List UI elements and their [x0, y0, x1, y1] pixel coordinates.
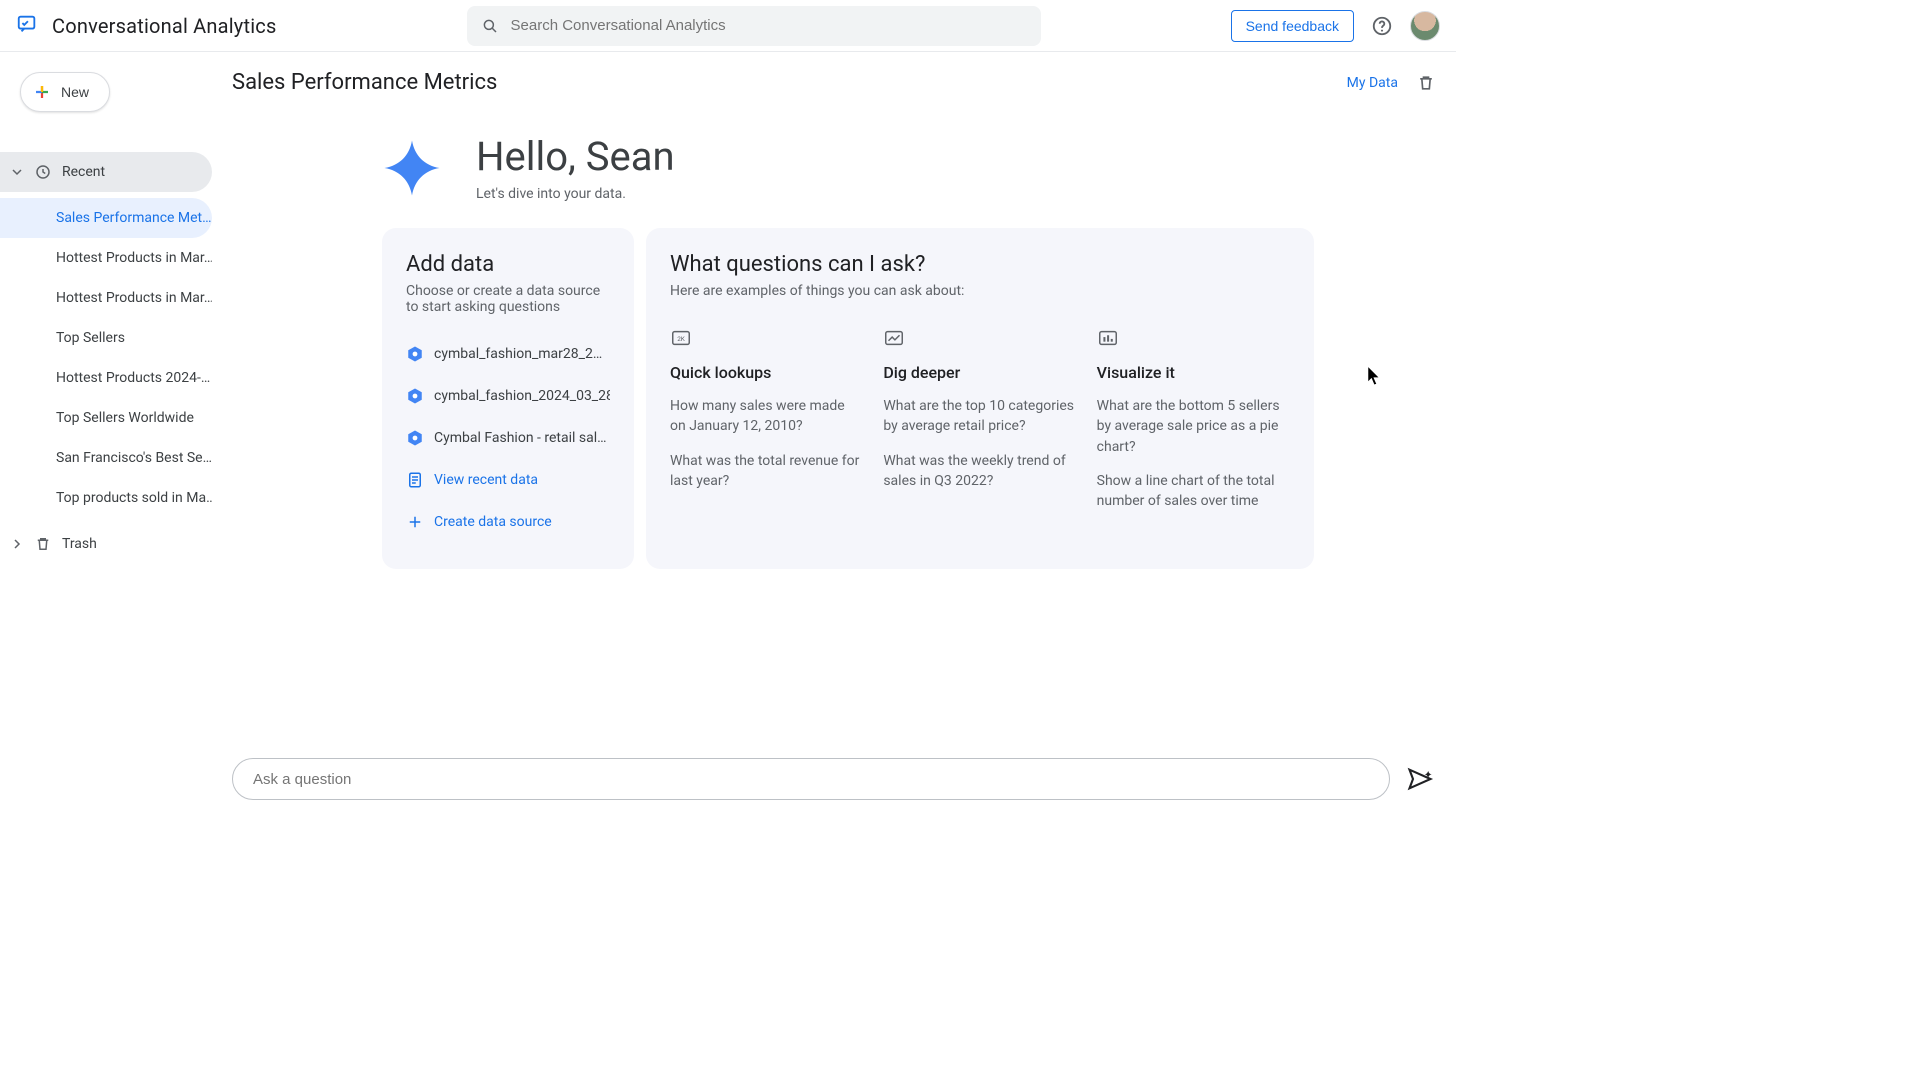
page-title: Sales Performance Metrics	[232, 70, 497, 95]
my-data-link[interactable]: My Data	[1347, 75, 1398, 91]
sidebar-section-trash-label: Trash	[62, 536, 97, 552]
example-question[interactable]: What was the total revenue for last year…	[670, 451, 863, 492]
sidebar: New Recent Sales Performance Met… Hottes…	[0, 52, 212, 816]
data-source-label: cymbal_fashion_mar28_2024…	[434, 346, 610, 362]
bigquery-icon	[406, 429, 424, 447]
questions-title: What questions can I ask?	[670, 252, 1290, 277]
question-column-heading: Quick lookups	[670, 363, 863, 382]
question-column-heading: Visualize it	[1097, 363, 1290, 382]
data-source-item[interactable]: Cymbal Fashion - retail sales …	[406, 417, 610, 459]
data-source-item[interactable]: cymbal_fashion_2024_03_28	[406, 375, 610, 417]
document-icon	[406, 471, 424, 489]
recent-item[interactable]: Top products sold in Ma…	[0, 478, 212, 518]
view-recent-data-label: View recent data	[434, 472, 538, 488]
hero-subtitle: Let's dive into your data.	[476, 186, 675, 202]
create-data-source-label: Create data source	[434, 514, 552, 530]
add-data-title: Add data	[406, 252, 610, 277]
question-column-heading: Dig deeper	[883, 363, 1076, 382]
create-data-source-link[interactable]: Create data source	[406, 501, 610, 543]
hero: Hello, Sean Let's dive into your data.	[382, 133, 1436, 202]
lookup-icon: 2K	[670, 327, 863, 349]
send-icon[interactable]	[1404, 763, 1436, 795]
question-column-deeper: Dig deeper What are the top 10 categorie…	[883, 327, 1076, 525]
app-header: Conversational Analytics Send feedback	[0, 0, 1456, 52]
hero-greeting: Hello, Sean	[476, 133, 675, 180]
search-box[interactable]	[467, 6, 1041, 46]
recent-item[interactable]: San Francisco's Best Se…	[0, 438, 212, 478]
bigquery-icon	[406, 387, 424, 405]
bigquery-icon	[406, 345, 424, 363]
ask-input-wrapper[interactable]	[232, 758, 1390, 800]
add-data-card: Add data Choose or create a data source …	[382, 228, 634, 569]
recent-item[interactable]: Sales Performance Met…	[0, 198, 212, 238]
questions-card: What questions can I ask? Here are examp…	[646, 228, 1314, 569]
example-question[interactable]: What was the weekly trend of sales in Q3…	[883, 451, 1076, 492]
example-question[interactable]: What are the bottom 5 sellers by average…	[1097, 396, 1290, 457]
example-question[interactable]: Show a line chart of the total number of…	[1097, 471, 1290, 512]
recent-item[interactable]: Top Sellers Worldwide	[0, 398, 212, 438]
caret-right-icon	[12, 539, 24, 549]
data-source-label: cymbal_fashion_2024_03_28	[434, 388, 610, 404]
delete-icon[interactable]	[1416, 73, 1436, 93]
plus-icon	[406, 513, 424, 531]
page-header: Sales Performance Metrics My Data	[232, 70, 1436, 95]
app-title: Conversational Analytics	[52, 14, 276, 38]
chart-icon	[1097, 327, 1290, 349]
example-question[interactable]: What are the top 10 categories by averag…	[883, 396, 1076, 437]
sidebar-section-recent-label: Recent	[62, 164, 105, 180]
recent-list: Sales Performance Met… Hottest Products …	[0, 198, 212, 518]
data-source-label: Cymbal Fashion - retail sales …	[434, 430, 610, 446]
search-input[interactable]	[511, 17, 1027, 34]
recent-item[interactable]: Top Sellers	[0, 318, 212, 358]
caret-down-icon	[12, 167, 24, 177]
cursor-icon	[1366, 364, 1384, 388]
user-avatar[interactable]	[1410, 11, 1440, 41]
sidebar-section-recent[interactable]: Recent	[0, 152, 212, 192]
data-source-item[interactable]: cymbal_fashion_mar28_2024…	[406, 333, 610, 375]
sparkle-icon	[382, 138, 442, 198]
example-question[interactable]: How many sales were made on January 12, …	[670, 396, 863, 437]
search-icon	[481, 17, 499, 35]
recent-item[interactable]: Hottest Products in Mar…	[0, 238, 212, 278]
new-button[interactable]: New	[20, 72, 110, 112]
plus-icon	[33, 83, 51, 101]
clock-icon	[34, 163, 52, 181]
recent-item[interactable]: Hottest Products in Mar…	[0, 278, 212, 318]
question-column-quick: 2K Quick lookups How many sales were mad…	[670, 327, 863, 525]
app-logo-icon	[16, 13, 38, 39]
add-data-subtitle: Choose or create a data source to start …	[406, 283, 610, 315]
ask-input[interactable]	[253, 771, 1369, 788]
trend-icon	[883, 327, 1076, 349]
help-icon[interactable]	[1368, 12, 1396, 40]
sidebar-section-trash[interactable]: Trash	[0, 524, 212, 564]
svg-text:2K: 2K	[677, 335, 686, 343]
new-button-label: New	[61, 84, 89, 100]
view-recent-data-link[interactable]: View recent data	[406, 459, 610, 501]
questions-subtitle: Here are examples of things you can ask …	[670, 283, 1290, 299]
send-feedback-button[interactable]: Send feedback	[1231, 10, 1354, 42]
recent-item[interactable]: Hottest Products 2024-…	[0, 358, 212, 398]
ask-bar	[232, 758, 1436, 800]
main-content: Sales Performance Metrics My Data Hello,…	[212, 52, 1456, 816]
trash-icon	[34, 535, 52, 553]
question-column-visualize: Visualize it What are the bottom 5 selle…	[1097, 327, 1290, 525]
